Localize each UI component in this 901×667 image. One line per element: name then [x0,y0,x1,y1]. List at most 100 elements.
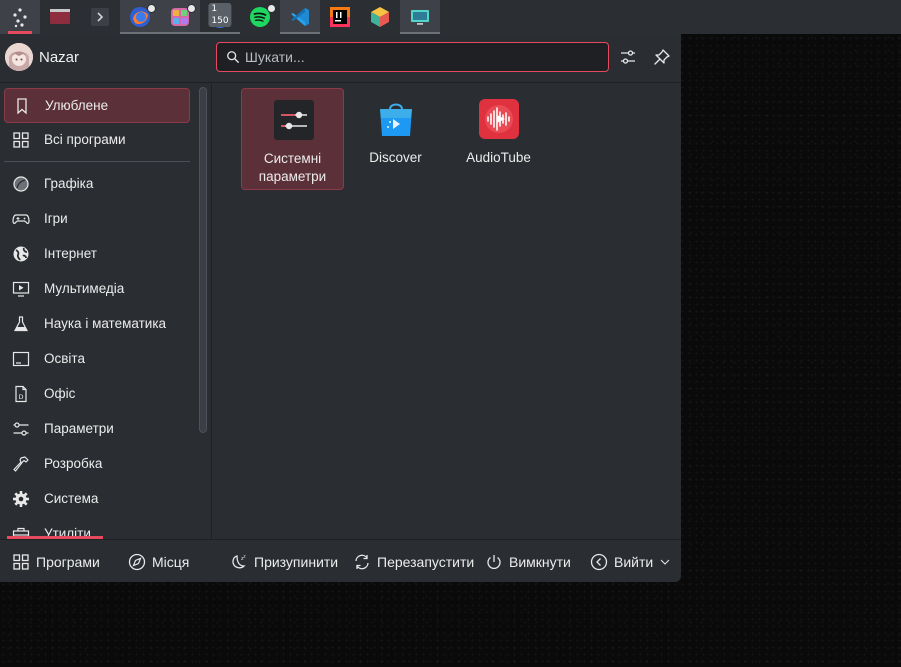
sidebar-item-graphics[interactable]: Графіка [4,167,190,202]
taskbar-color-app[interactable] [160,0,200,34]
power-icon [487,554,501,569]
app-label: Системні параметри [258,151,327,184]
search-field[interactable] [216,42,609,72]
terminal-icon [91,8,109,26]
graphics-icon [12,175,30,193]
sidebar-item-label: Всі програми [44,132,126,147]
taskbar-window[interactable] [40,0,80,34]
sidebar-item-label: Мультимедіа [44,281,125,296]
sidebar-item-all-apps[interactable]: Всі програми [4,123,190,158]
app-label: Discover [369,150,422,165]
sidebar-item-settings[interactable]: Параметри [4,412,190,447]
shutdown-label: Вимкнути [509,553,571,570]
vscode-icon [291,8,309,26]
sidebar-item-development[interactable]: Розробка [4,447,190,482]
gamepad-icon [12,210,30,228]
sidebar-item-office[interactable]: D Офіс [4,377,190,412]
search-icon [227,51,239,63]
bookmark-icon [13,97,31,115]
taskbar-firefox[interactable] [120,0,160,34]
sidebar-item-internet[interactable]: Інтернет [4,237,190,272]
restart-icon [355,554,369,569]
sidebar-item-education[interactable]: Освіта [4,342,190,377]
launcher-icon [13,8,27,28]
app-discover[interactable]: Discover [344,88,447,190]
taskbar-vscode[interactable] [280,0,320,34]
sidebar-item-label: Улюблене [45,98,109,113]
restart-button[interactable]: Перезапустити [353,540,474,583]
taskbar-intellij[interactable] [320,0,360,34]
sidebar-item-system[interactable]: Система [4,482,190,517]
notification-dot [187,4,196,13]
sleep-button[interactable]: zz Призупинити [230,540,338,583]
sidebar-item-label: Розробка [44,456,103,471]
svg-text:D: D [18,393,23,401]
tab-places-label: Місця [152,553,190,570]
grid-icon [13,553,29,570]
sleep-icon: zz [232,553,246,568]
taskbar-screen-app[interactable] [400,0,440,34]
sidebar-item-label: Ігри [44,211,68,226]
pin-button[interactable] [649,44,675,70]
compass-icon [128,553,146,570]
user-name[interactable]: Nazar [39,49,79,66]
gear-icon [12,490,30,508]
office-icon: D [12,385,30,403]
hammer-icon [12,455,30,473]
avatar[interactable] [5,43,33,71]
multimedia-icon [12,280,30,298]
app-audiotube[interactable]: AudioTube [447,88,550,190]
sleep-label: Призупинити [254,553,339,570]
pin-icon [654,49,670,65]
monitor-icon [411,10,429,25]
taskbar-cube-app[interactable] [360,0,400,34]
taskbar-mail[interactable]: 1 150 [200,0,240,34]
sidebar-item-label: Графіка [44,176,94,191]
taskbar-terminal[interactable] [80,0,120,34]
logout-label: Вийти [614,553,654,570]
sliders-icon [621,50,635,64]
search-input[interactable] [245,47,595,67]
logout-icon [590,553,608,570]
system-settings-icon [273,99,315,141]
notification-dot [147,4,156,13]
svg-text:z: z [244,553,246,558]
sidebar-item-label: Наука і математика [44,316,167,331]
cube-icon [371,7,389,27]
favorites-grid: Системні параметри Discover AudioTube [213,83,681,539]
app-label: AudioTube [466,150,531,165]
window-icon [50,9,70,24]
sidebar-item-science[interactable]: Наука і математика [4,307,190,342]
user-avatar-image [5,43,33,71]
sidebar-item-label: Система [44,491,99,506]
logout-button[interactable]: Вийти [590,540,671,583]
configure-button[interactable] [615,44,641,70]
sidebar-scrollbar[interactable] [199,87,207,433]
sidebar-item-games[interactable]: Ігри [4,202,190,237]
taskbar-launcher[interactable] [0,0,40,34]
sidebar-item-favorites[interactable]: Улюблене [4,88,190,123]
menu-footer: Програми Місця zz Призупинити Перезапуст… [0,539,681,582]
shutdown-button[interactable]: Вимкнути [485,540,571,583]
application-menu: Nazar Улю [0,34,681,582]
education-icon [12,350,30,368]
sidebar-item-label: Інтернет [44,246,97,261]
app-system-settings[interactable]: Системні параметри [241,88,344,190]
grid-icon [12,131,30,149]
flask-icon [12,315,30,333]
category-sidebar: Улюблене Всі програми Графіка Ігри Інтер… [0,83,212,539]
intellij-icon [330,7,350,27]
taskbar-spotify[interactable] [240,0,280,34]
tab-places[interactable]: Місця [128,540,189,583]
sidebar-item-label: Освіта [44,351,85,366]
taskbar: 1 150 [0,0,901,34]
chevron-down-icon[interactable] [659,556,671,568]
sidebar-item-multimedia[interactable]: Мультимедіа [4,272,190,307]
notification-dot [267,4,276,13]
tab-programs[interactable]: Програми [12,540,100,583]
menu-header: Nazar [0,34,681,82]
tab-programs-label: Програми [36,553,100,570]
discover-icon [375,98,417,140]
audiotube-icon [478,98,520,140]
mail-badge: 1 150 [208,3,232,27]
